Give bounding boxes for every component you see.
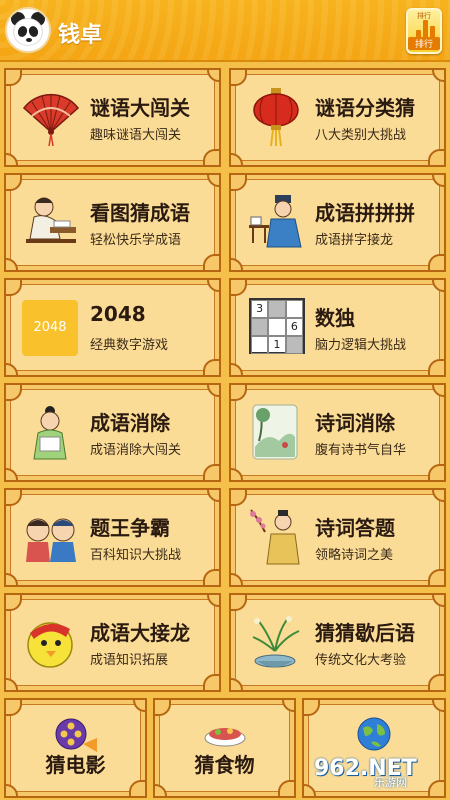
card-subtitle: 腹有诗书气自华 xyxy=(315,443,407,458)
sudoku-digit: 1 xyxy=(268,336,286,354)
child-with-book-icon xyxy=(33,406,67,460)
sudoku-digit: 6 xyxy=(285,318,303,336)
card-title: 看图猜成语 xyxy=(90,201,190,225)
fan-icon xyxy=(22,93,80,147)
game-card-2048[interactable]: 2048 2048 经典数字游戏 xyxy=(4,278,221,377)
orchid-pot-icon xyxy=(252,616,300,668)
card-subtitle: 百科知识大挑战 xyxy=(90,548,182,563)
card-title: 诗词消除 xyxy=(315,411,395,435)
card-subtitle: 八大类别大挑战 xyxy=(315,128,407,143)
game-card-sudoku[interactable]: 3 6 1 数独 脑力逻辑大挑战 xyxy=(229,278,446,377)
landscape-painting-icon xyxy=(252,404,298,460)
card-subtitle: 传统文化大考验 xyxy=(315,653,407,668)
lantern-icon xyxy=(253,88,299,147)
panda-avatar[interactable] xyxy=(5,7,51,53)
film-reel-icon xyxy=(55,718,97,752)
card-title: 猜食物 xyxy=(194,753,255,777)
game-card-riddle-categories[interactable]: 谜语分类猜 八大类别大挑战 xyxy=(229,68,446,167)
leaderboard-button[interactable]: 排行 排行 xyxy=(406,8,442,54)
card-subtitle: 轻松快乐学成语 xyxy=(90,233,182,248)
game-card-idiom-puzzle[interactable]: 成语拼拼拼 成语拼字接龙 xyxy=(229,173,446,272)
card-title: 2048 xyxy=(90,302,146,326)
two-kids-icon xyxy=(26,518,76,562)
game-card-poetry-quiz[interactable]: 诗词答题 领略诗词之美 xyxy=(229,488,446,587)
game-card-idiom-chain[interactable]: 成语大接龙 成语知识拓展 xyxy=(4,593,221,692)
poet-with-branch-icon xyxy=(250,509,300,565)
game-card-quiz-king[interactable]: 题王争霸 百科知识大挑战 xyxy=(4,488,221,587)
bar-chart-icon xyxy=(416,20,436,38)
card-title: 谜语大闯关 xyxy=(90,96,190,120)
card-subtitle: 成语拼字接龙 xyxy=(315,233,394,248)
food-bowl-icon xyxy=(204,728,245,747)
sudoku-digit: 3 xyxy=(251,300,269,318)
scholar-reading-icon xyxy=(26,197,76,243)
card-title: 题王争霸 xyxy=(90,516,170,540)
card-title: 成语消除 xyxy=(90,411,170,435)
scholar-sitting-icon xyxy=(249,195,302,248)
game-card-poetry-elimination[interactable]: 诗词消除 腹有诗书气自华 xyxy=(229,383,446,482)
card-subtitle: 经典数字游戏 xyxy=(90,338,169,353)
game-card-idiom-elimination[interactable]: 成语消除 成语消除大闯关 xyxy=(4,383,221,482)
card-subtitle: 成语知识拓展 xyxy=(90,653,169,668)
game-card-guess-food[interactable]: 猜食物 xyxy=(153,698,296,798)
site-watermark: 962.NET 乐游网 xyxy=(314,756,436,789)
game-card-guess-world[interactable]: 962.NET 乐游网 xyxy=(302,698,446,798)
game-card-picture-idiom[interactable]: 看图猜成语 轻松快乐学成语 xyxy=(4,173,221,272)
yellow-chick-icon xyxy=(27,622,73,668)
watermark-site: 乐游网 xyxy=(374,776,407,789)
card-title: 数独 xyxy=(315,306,355,330)
game-card-guess-movie[interactable]: 猜电影 xyxy=(4,698,147,798)
card-subtitle: 领略诗词之美 xyxy=(315,548,394,563)
leaderboard-label: 排行 xyxy=(408,37,440,50)
card-title: 猜电影 xyxy=(45,753,106,777)
game-card-riddle-challenge[interactable]: 谜语大闯关 趣味谜语大闯关 xyxy=(4,68,221,167)
card-title: 成语拼拼拼 xyxy=(315,201,415,225)
top-bar: 钱卓 排行 排行 xyxy=(0,0,450,62)
card-subtitle: 成语消除大闯关 xyxy=(90,443,182,458)
card-title: 成语大接龙 xyxy=(90,621,190,645)
sudoku-icon: 3 6 1 xyxy=(249,298,305,354)
card-subtitle: 脑力逻辑大挑战 xyxy=(315,338,407,353)
card-title: 诗词答题 xyxy=(315,516,395,540)
card-title: 谜语分类猜 xyxy=(315,96,415,120)
card-title: 猜猜歇后语 xyxy=(315,621,415,645)
username: 钱卓 xyxy=(58,23,103,48)
tile-2048-icon: 2048 xyxy=(22,300,78,356)
game-card-xiehouyu[interactable]: 猜猜歇后语 传统文化大考验 xyxy=(229,593,446,692)
card-subtitle: 趣味谜语大闯关 xyxy=(90,128,182,143)
globe-icon xyxy=(357,717,391,751)
